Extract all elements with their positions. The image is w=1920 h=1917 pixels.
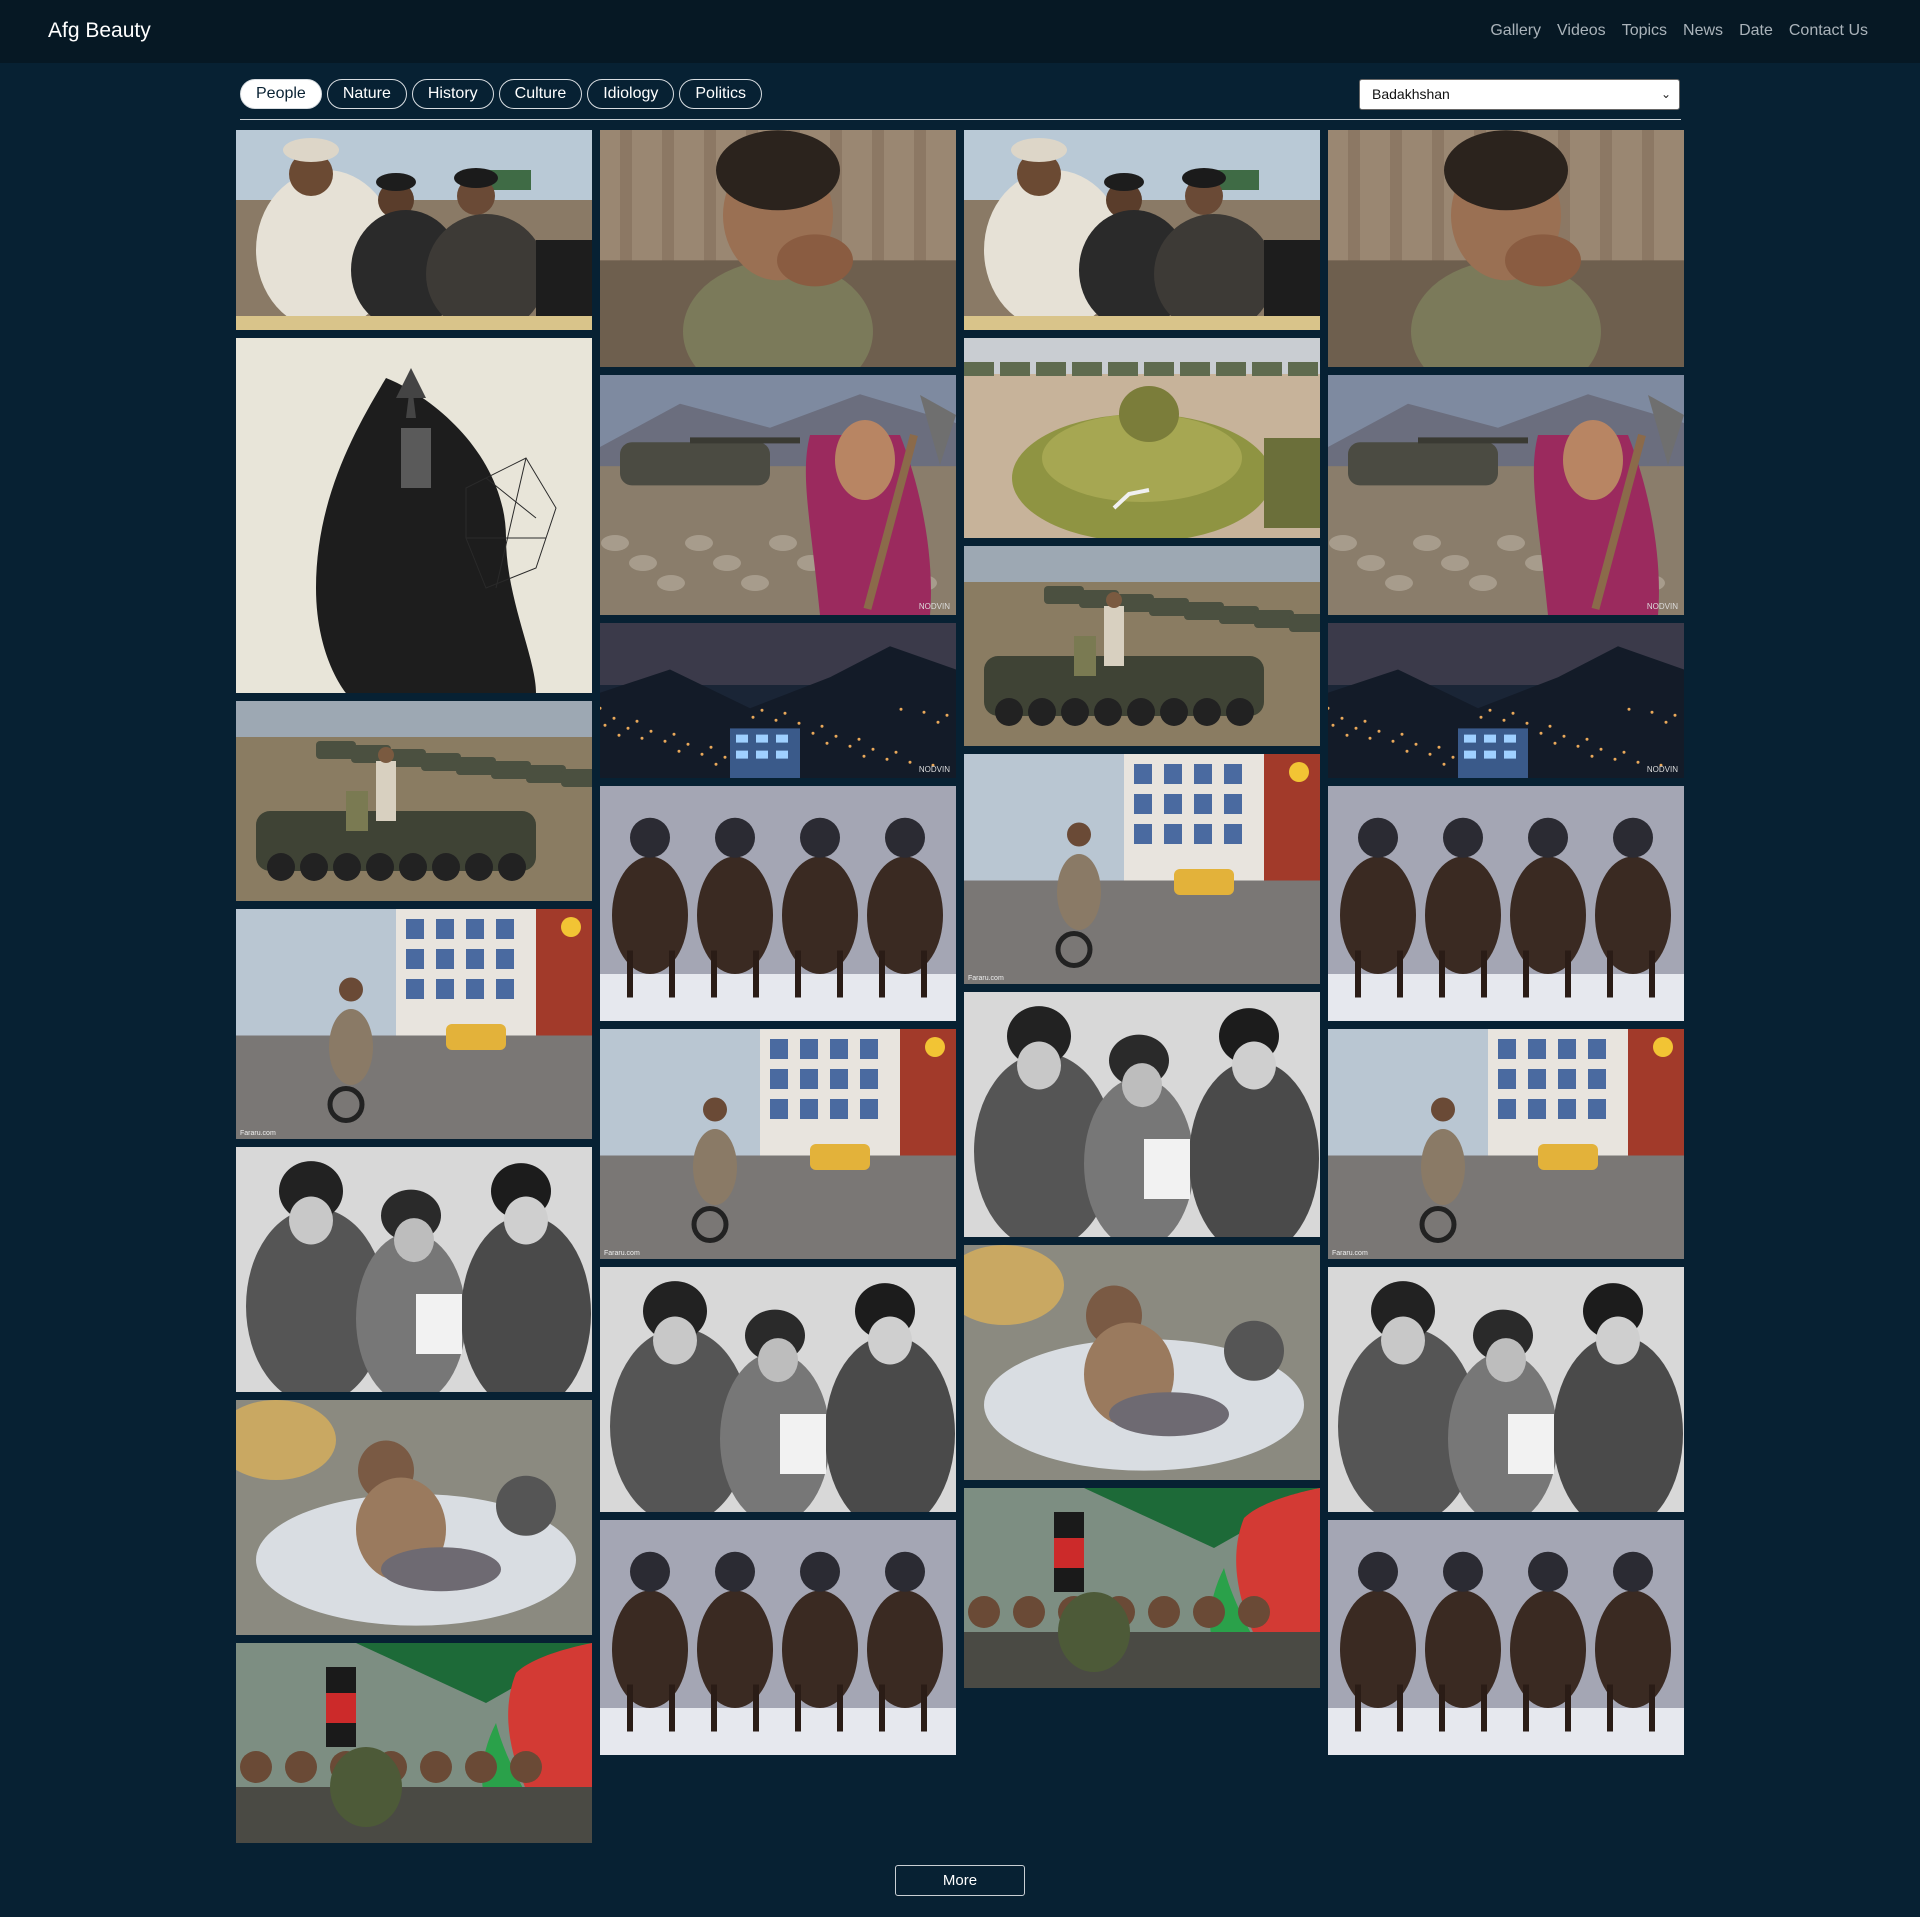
buzkashi-horsemen-photo[interactable] xyxy=(600,786,956,1021)
motorcycle-street-photo[interactable]: Fararu.com xyxy=(236,909,592,1139)
more-button[interactable]: More xyxy=(895,1865,1025,1896)
photo-watermark: Fararu.com xyxy=(1332,1250,1368,1257)
students-bw-photo[interactable] xyxy=(964,992,1320,1237)
filter-idiology[interactable]: Idiology xyxy=(587,79,675,109)
filter-people[interactable]: People xyxy=(240,79,322,109)
nav-links: Gallery Videos Topics News Date Contact … xyxy=(1490,22,1868,40)
photo-watermark: NODVIN xyxy=(919,602,950,611)
girl-with-tank-photo[interactable]: NODVIN xyxy=(600,375,956,615)
category-filters: People Nature History Culture Idiology P… xyxy=(240,79,763,109)
children-resting-photo[interactable] xyxy=(236,1400,592,1635)
province-select-value: Badakhshan xyxy=(1372,86,1450,102)
nav-videos[interactable]: Videos xyxy=(1557,22,1606,40)
nav-news[interactable]: News xyxy=(1683,22,1723,40)
city-night-photo[interactable]: NODVIN xyxy=(1328,623,1684,778)
nav-contact-us[interactable]: Contact Us xyxy=(1789,22,1868,40)
boy-portrait-photo[interactable] xyxy=(1328,130,1684,367)
children-resting-photo[interactable] xyxy=(964,1245,1320,1480)
province-select[interactable]: Badakhshan ⌄ xyxy=(1359,79,1680,110)
tank-graveyard-photo[interactable] xyxy=(236,701,592,901)
motorcycle-street-photo[interactable]: Fararu.com xyxy=(964,754,1320,984)
militia-group-photo[interactable] xyxy=(236,130,592,330)
buzkashi-horsemen-photo[interactable] xyxy=(1328,786,1684,1021)
filter-culture[interactable]: Culture xyxy=(498,79,583,109)
buzkashi-horsemen-photo[interactable] xyxy=(1328,1520,1684,1755)
students-bw-photo[interactable] xyxy=(1328,1267,1684,1512)
nav-gallery[interactable]: Gallery xyxy=(1490,22,1541,40)
photo-watermark: NODVIN xyxy=(1647,765,1678,774)
students-bw-photo[interactable] xyxy=(236,1147,592,1392)
brand-logo[interactable]: Afg Beauty xyxy=(48,19,151,43)
photo-watermark: NODVIN xyxy=(1647,602,1678,611)
filter-nature[interactable]: Nature xyxy=(326,79,407,109)
flag-celebration-photo[interactable] xyxy=(964,1488,1320,1688)
photo-watermark: Fararu.com xyxy=(968,975,1004,982)
tank-graveyard-photo[interactable] xyxy=(964,546,1320,746)
motorcycle-street-photo[interactable]: Fararu.com xyxy=(1328,1029,1684,1259)
filter-politics[interactable]: Politics xyxy=(679,79,763,109)
buzkashi-horsemen-photo[interactable] xyxy=(600,1520,956,1755)
tank-wreck-photo[interactable] xyxy=(964,338,1320,538)
students-bw-photo[interactable] xyxy=(600,1267,956,1512)
photo-watermark: NODVIN xyxy=(919,765,950,774)
navbar: Afg Beauty Gallery Videos Topics News Da… xyxy=(0,0,1920,63)
girl-with-tank-photo[interactable]: NODVIN xyxy=(1328,375,1684,615)
filter-history[interactable]: History xyxy=(411,79,494,109)
photo-watermark: Fararu.com xyxy=(240,1130,276,1137)
nav-date[interactable]: Date xyxy=(1739,22,1773,40)
double-exposure-woman-photo[interactable] xyxy=(236,338,592,693)
photo-watermark: Fararu.com xyxy=(604,1250,640,1257)
nav-topics[interactable]: Topics xyxy=(1622,22,1667,40)
filter-divider xyxy=(240,119,1681,120)
militia-group-photo[interactable] xyxy=(964,130,1320,330)
flag-celebration-photo[interactable] xyxy=(236,1643,592,1843)
city-night-photo[interactable]: NODVIN xyxy=(600,623,956,778)
motorcycle-street-photo[interactable]: Fararu.com xyxy=(600,1029,956,1259)
boy-portrait-photo[interactable] xyxy=(600,130,956,367)
chevron-down-icon: ⌄ xyxy=(1660,87,1671,101)
